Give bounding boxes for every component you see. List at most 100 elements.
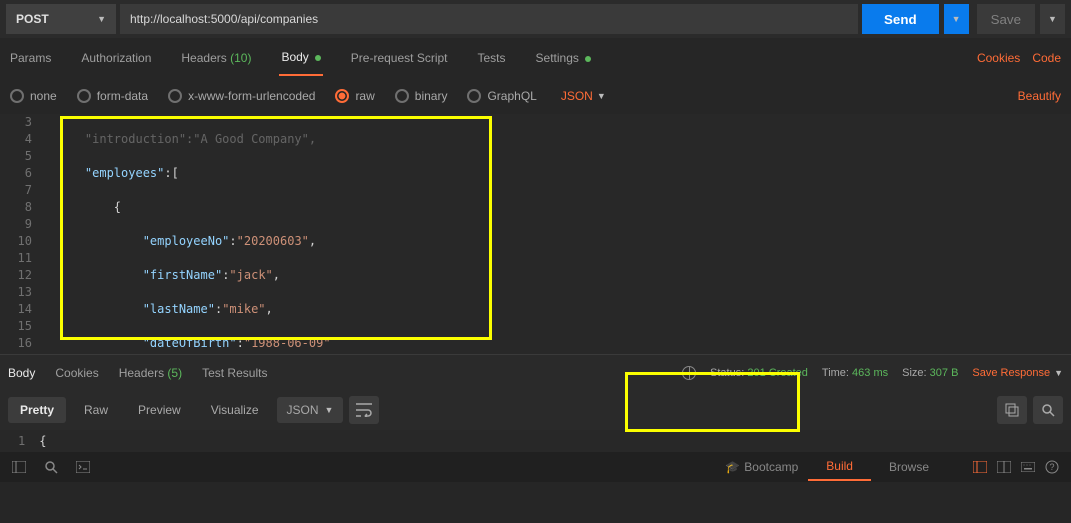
tab-body[interactable]: Body xyxy=(279,40,322,76)
line-number: 4 xyxy=(0,131,32,148)
status-block[interactable]: Status: 201 Created xyxy=(710,367,808,379)
tab-params[interactable]: Params xyxy=(8,41,53,75)
radio-none-label: none xyxy=(30,89,57,103)
tab-headers-count: (10) xyxy=(230,51,251,65)
view-preview-button[interactable]: Preview xyxy=(126,397,193,423)
response-language-label: JSON xyxy=(287,403,319,417)
bootcamp-link[interactable]: 🎓Bootcamp xyxy=(725,460,798,474)
radio-formdata-label: form-data xyxy=(97,89,148,103)
radio-urlencoded-label: x-www-form-urlencoded xyxy=(188,89,315,103)
line-number: 11 xyxy=(0,250,32,267)
save-response-dropdown[interactable]: Save Response ▼ xyxy=(972,367,1063,379)
chevron-down-icon: ▼ xyxy=(97,14,106,24)
line-number: 13 xyxy=(0,284,32,301)
save-dropdown-button[interactable]: ▼ xyxy=(1039,4,1065,34)
help-button[interactable]: ? xyxy=(1041,456,1063,478)
radio-raw[interactable]: raw xyxy=(335,89,374,103)
size-value: 307 B xyxy=(930,367,959,379)
send-dropdown-button[interactable]: ▼ xyxy=(943,4,969,34)
radio-graphql[interactable]: GraphQL xyxy=(467,89,536,103)
response-line: { xyxy=(39,434,46,448)
line-number: 3 xyxy=(0,114,32,131)
tab-settings[interactable]: Settings xyxy=(534,41,593,75)
resp-tab-body[interactable]: Body xyxy=(8,366,35,380)
resp-tab-testresults[interactable]: Test Results xyxy=(202,366,267,380)
find-button[interactable] xyxy=(40,456,62,478)
bottom-layout-buttons: ? xyxy=(969,456,1063,478)
tab-tests[interactable]: Tests xyxy=(476,41,508,75)
line-number: 9 xyxy=(0,216,32,233)
line-number: 8 xyxy=(0,199,32,216)
size-block[interactable]: Size: 307 B xyxy=(902,367,958,379)
tab-browse[interactable]: Browse xyxy=(871,454,947,480)
tab-build[interactable]: Build xyxy=(808,453,871,481)
tab-headers[interactable]: Headers (10) xyxy=(179,41,253,75)
code-link[interactable]: Code xyxy=(1032,51,1061,65)
request-body-editor[interactable]: 3 4 5 6 7 8 9 10 11 12 13 14 15 16 17 18… xyxy=(0,114,1071,354)
sidebar-toggle-button[interactable] xyxy=(8,456,30,478)
resp-tab-headers[interactable]: Headers (5) xyxy=(119,366,182,380)
tab-prerequest[interactable]: Pre-request Script xyxy=(349,41,450,75)
editor-code: "introduction":"A Good Company", "employ… xyxy=(56,114,331,354)
view-pretty-button[interactable]: Pretty xyxy=(8,397,66,423)
resp-tab-headers-count: (5) xyxy=(167,366,182,380)
time-label: Time: xyxy=(822,367,849,379)
line-number: 10 xyxy=(0,233,32,250)
response-body-editor[interactable]: 1 { xyxy=(0,430,1071,452)
keyboard-shortcuts-button[interactable] xyxy=(1017,456,1039,478)
chevron-down-icon: ▼ xyxy=(597,91,606,101)
console-button[interactable] xyxy=(72,456,94,478)
keyboard-icon xyxy=(1021,462,1035,472)
body-language-select[interactable]: JSON ▼ xyxy=(561,89,606,103)
bootcamp-label: Bootcamp xyxy=(744,460,798,474)
panel-icon xyxy=(12,461,26,473)
radio-raw-label: raw xyxy=(355,89,374,103)
line-number: 15 xyxy=(0,318,32,335)
copy-icon xyxy=(1005,403,1019,417)
tab-authorization[interactable]: Authorization xyxy=(79,41,153,75)
globe-icon[interactable] xyxy=(682,366,696,380)
line-number: 1 xyxy=(18,434,25,448)
search-icon xyxy=(1041,403,1055,417)
line-number: 14 xyxy=(0,301,32,318)
url-input[interactable] xyxy=(120,4,858,34)
layout-two-button[interactable] xyxy=(993,456,1015,478)
request-bar: POST ▼ Send ▼ Save ▼ xyxy=(0,0,1071,38)
time-block[interactable]: Time: 463 ms xyxy=(822,367,888,379)
cookies-link[interactable]: Cookies xyxy=(977,51,1020,65)
search-icon xyxy=(44,460,58,474)
wrap-icon xyxy=(356,403,372,417)
response-view-controls: Pretty Raw Preview Visualize JSON ▼ xyxy=(0,390,1071,430)
radio-urlencoded[interactable]: x-www-form-urlencoded xyxy=(168,89,315,103)
radio-graphql-label: GraphQL xyxy=(487,89,536,103)
editor-gutter: 3 4 5 6 7 8 9 10 11 12 13 14 15 16 17 18 xyxy=(0,114,42,354)
bottom-tabs: 🎓Bootcamp Build Browse xyxy=(725,453,947,481)
http-method-select[interactable]: POST ▼ xyxy=(6,4,116,34)
radio-binary[interactable]: binary xyxy=(395,89,448,103)
view-raw-button[interactable]: Raw xyxy=(72,397,120,423)
response-language-select[interactable]: JSON ▼ xyxy=(277,397,344,423)
line-number: 5 xyxy=(0,148,32,165)
console-icon xyxy=(76,461,90,473)
layout-single-button[interactable] xyxy=(969,456,991,478)
view-visualize-button[interactable]: Visualize xyxy=(199,397,271,423)
response-meta: Status: 201 Created Time: 463 ms Size: 3… xyxy=(682,366,1063,380)
wrap-lines-button[interactable] xyxy=(349,396,379,424)
beautify-link[interactable]: Beautify xyxy=(1018,89,1061,103)
save-button[interactable]: Save xyxy=(977,4,1035,34)
body-language-label: JSON xyxy=(561,89,593,103)
chevron-down-icon: ▼ xyxy=(325,405,334,415)
line-number: 7 xyxy=(0,182,32,199)
copy-button[interactable] xyxy=(997,396,1027,424)
request-right-links: Cookies Code xyxy=(977,51,1061,65)
resp-tab-cookies[interactable]: Cookies xyxy=(55,366,98,380)
send-button[interactable]: Send xyxy=(862,4,939,34)
status-label: Status: xyxy=(710,367,744,379)
layout-single-icon xyxy=(973,461,987,473)
request-tabs: Params Authorization Headers (10) Body P… xyxy=(0,38,1071,78)
radio-none[interactable]: none xyxy=(10,89,57,103)
help-icon: ? xyxy=(1045,460,1059,474)
radio-formdata[interactable]: form-data xyxy=(77,89,148,103)
search-button[interactable] xyxy=(1033,396,1063,424)
bottom-bar: 🎓Bootcamp Build Browse ? xyxy=(0,452,1071,482)
